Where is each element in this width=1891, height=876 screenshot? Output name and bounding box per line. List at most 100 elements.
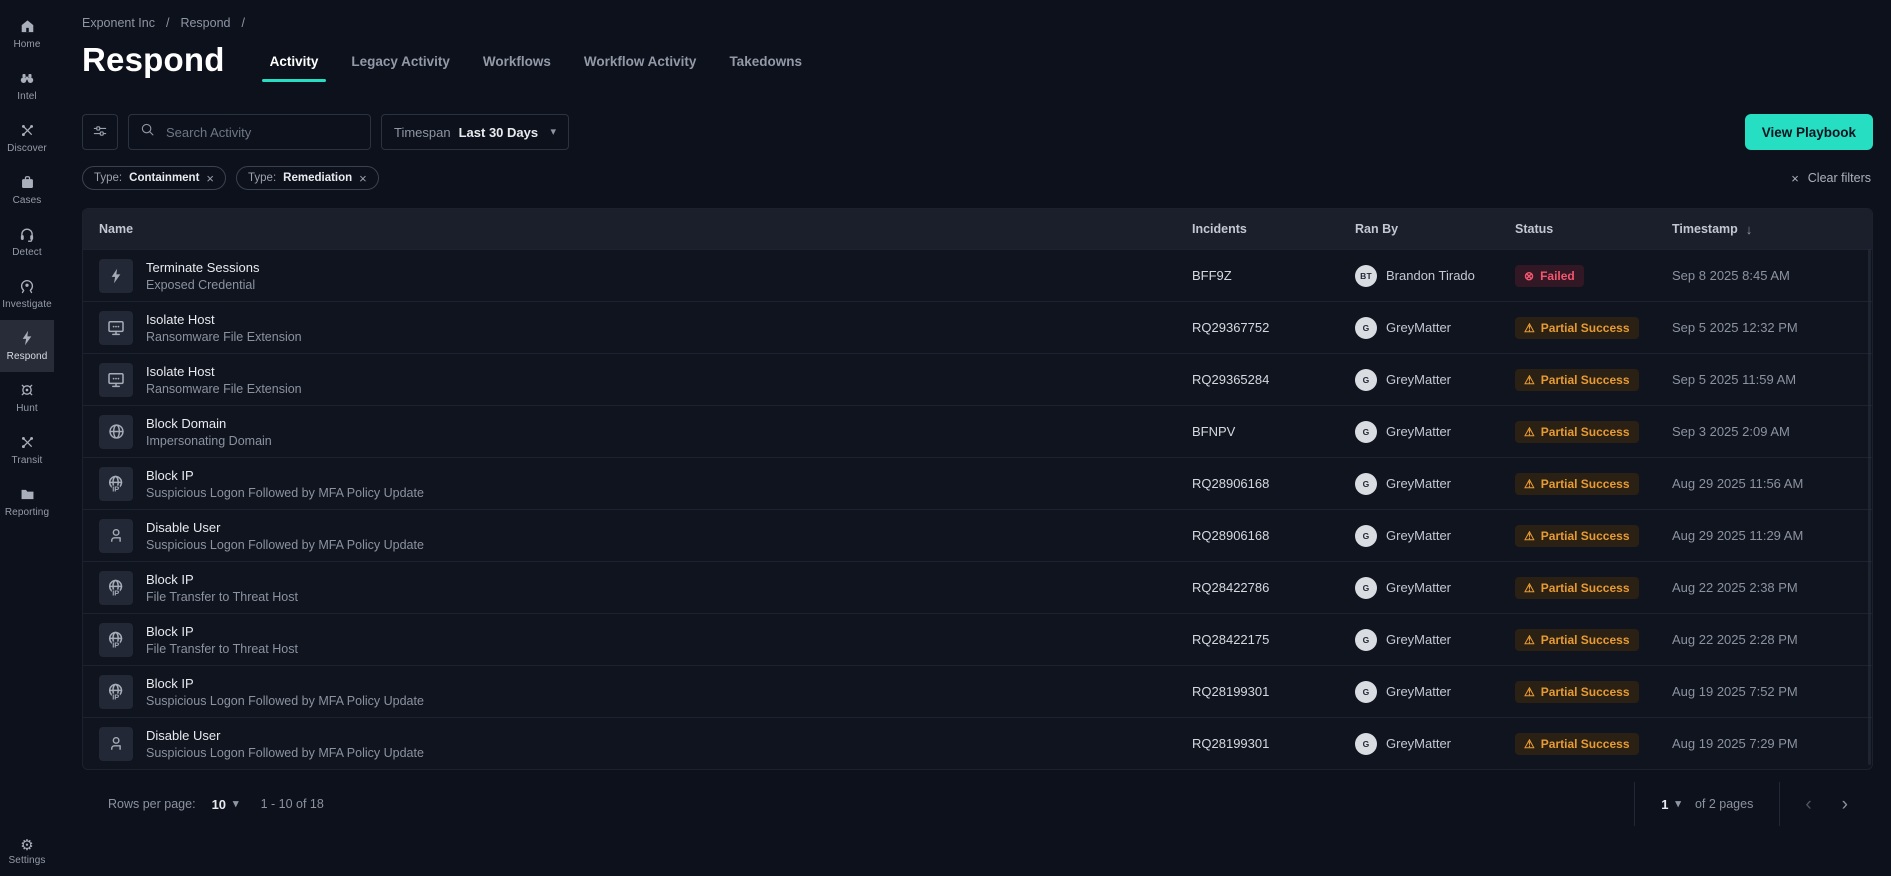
user-icon xyxy=(99,518,133,553)
filter-chip-remediation[interactable]: Type: Remediation × xyxy=(236,166,379,190)
close-icon[interactable]: × xyxy=(359,172,367,185)
breadcrumb-separator: / xyxy=(241,16,245,30)
clear-filters-label: Clear filters xyxy=(1807,171,1871,185)
sidebar-item-hunt[interactable]: Hunt xyxy=(0,372,54,424)
avatar: G xyxy=(1355,472,1377,495)
action-name: Disable User xyxy=(146,519,221,535)
tab-legacy-activity[interactable]: Legacy Activity xyxy=(348,49,453,83)
status-label: Partial Success xyxy=(1540,580,1630,595)
sliders-icon xyxy=(92,123,108,142)
sidebar-item-settings[interactable]: ⚙ Settings xyxy=(0,838,54,866)
column-header-status[interactable]: Status xyxy=(1515,222,1672,236)
search-input[interactable] xyxy=(164,123,359,141)
pagination: Rows per page: 10 ▾ 1 - 10 of 18 1 ▾ of … xyxy=(82,782,1873,826)
status-badge: ⚠ Partial Success xyxy=(1515,472,1639,495)
rows-per-page-select[interactable]: 10 ▾ xyxy=(212,797,239,812)
filter-settings-button[interactable] xyxy=(82,114,118,150)
avatar: G xyxy=(1355,316,1377,339)
column-header-label: Status xyxy=(1515,222,1554,236)
close-icon: × xyxy=(1791,170,1799,186)
next-page-button[interactable]: › xyxy=(1827,795,1863,814)
view-playbook-button[interactable]: View Playbook xyxy=(1744,114,1873,150)
timespan-select[interactable]: Timespan Last 30 Days ▾ xyxy=(381,114,569,150)
sidebar-item-discover[interactable]: Discover xyxy=(0,112,54,164)
avatar: G xyxy=(1355,680,1377,703)
table-row[interactable]: IP Block IP Suspicious Logon Followed by M… xyxy=(83,457,1872,509)
warning-icon: ⚠ xyxy=(1524,476,1535,491)
action-description: Suspicious Logon Followed by MFA Policy … xyxy=(146,693,424,708)
filter-chip-containment[interactable]: Type: Containment × xyxy=(82,166,227,190)
action-description: Suspicious Logon Followed by MFA Policy … xyxy=(146,745,424,760)
breadcrumb-page[interactable]: Respond xyxy=(180,16,230,30)
headset-icon xyxy=(18,225,36,243)
ran-by-name: GreyMatter xyxy=(1386,580,1452,595)
sidebar-item-cases[interactable]: Cases xyxy=(0,164,54,216)
ran-by-name: GreyMatter xyxy=(1386,528,1452,543)
briefcase-icon xyxy=(18,173,36,191)
table-row[interactable]: Isolate Host Ransomware File Extension RQ2… xyxy=(83,301,1872,353)
svg-text:IP: IP xyxy=(112,692,119,701)
table-row[interactable]: Disable User Suspicious Logon Followed by… xyxy=(83,717,1872,769)
ran-by-cell: G GreyMatter xyxy=(1355,732,1515,755)
incident-id: RQ29365284 xyxy=(1192,372,1270,387)
column-header-timestamp[interactable]: Timestamp ↓ xyxy=(1672,222,1872,237)
table-row[interactable]: IP Block IP Suspicious Logon Followed by M… xyxy=(83,665,1872,717)
clear-filters-button[interactable]: × Clear filters xyxy=(1791,171,1873,185)
table-row[interactable]: Block Domain Impersonating Domain BFNPV G Gr… xyxy=(83,405,1872,457)
close-icon[interactable]: × xyxy=(206,172,214,185)
status-label: Partial Success xyxy=(1540,476,1630,491)
gear-icon: ⚙ xyxy=(20,837,34,854)
ran-by-name: GreyMatter xyxy=(1386,372,1452,387)
svg-text:IP: IP xyxy=(112,484,119,493)
rows-per-page-label: Rows per page: xyxy=(108,797,196,811)
tab-workflows[interactable]: Workflows xyxy=(480,49,554,83)
action-name: Block Domain xyxy=(146,415,227,431)
tab-takedowns[interactable]: Takedowns xyxy=(726,49,805,83)
table-row[interactable]: IP Block IP File Transfer to Threat Host RQ… xyxy=(83,561,1872,613)
column-header-ran-by[interactable]: Ran By xyxy=(1355,222,1515,236)
ran-by-cell: G GreyMatter xyxy=(1355,680,1515,703)
warning-icon: ⚠ xyxy=(1524,736,1535,751)
page-header: Respond Activity Legacy Activity Workflows… xyxy=(82,41,1873,98)
status-label: Partial Success xyxy=(1540,424,1630,439)
chevron-right-icon: › xyxy=(1841,793,1848,815)
svg-text:IP: IP xyxy=(112,640,119,649)
table-row[interactable]: Isolate Host Ransomware File Extension RQ2… xyxy=(83,353,1872,405)
rows-per-page-value: 10 xyxy=(211,796,227,812)
sidebar-item-respond[interactable]: Respond xyxy=(0,320,54,372)
ran-by-name: GreyMatter xyxy=(1386,476,1452,491)
status-badge: ⚠ Partial Success xyxy=(1515,680,1639,703)
incident-id: RQ28422175 xyxy=(1192,632,1270,647)
status-badge: ⚠ Partial Success xyxy=(1515,420,1639,443)
column-header-name[interactable]: Name xyxy=(83,222,1192,236)
monitor-icon xyxy=(99,310,133,345)
breadcrumb-org[interactable]: Exponent Inc xyxy=(82,16,155,30)
filter-chip-value: Remediation xyxy=(283,172,353,184)
sidebar-item-label: Home xyxy=(13,39,41,50)
sidebar-item-home[interactable]: Home xyxy=(0,8,54,60)
table-row[interactable]: Disable User Suspicious Logon Followed by… xyxy=(83,509,1872,561)
page-select[interactable]: 1 ▾ xyxy=(1661,797,1681,812)
sidebar-item-investigate[interactable]: Investigate xyxy=(0,268,54,320)
sort-desc-icon[interactable]: ↓ xyxy=(1746,222,1753,237)
folder-icon xyxy=(18,485,36,503)
avatar: G xyxy=(1355,368,1377,391)
warning-icon: ⚠ xyxy=(1524,528,1535,543)
column-header-incidents[interactable]: Incidents xyxy=(1192,222,1355,236)
failed-icon: ⊗ xyxy=(1524,268,1535,283)
chevron-left-icon: ‹ xyxy=(1805,793,1812,815)
tab-workflow-activity[interactable]: Workflow Activity xyxy=(581,49,700,83)
table-row[interactable]: IP Block IP File Transfer to Threat Host RQ… xyxy=(83,613,1872,665)
previous-page-button[interactable]: ‹ xyxy=(1790,795,1826,814)
action-description: File Transfer to Threat Host xyxy=(146,589,298,604)
name-cell: Block Domain Impersonating Domain xyxy=(83,414,1192,449)
status-label: Partial Success xyxy=(1540,684,1630,699)
sidebar-item-intel[interactable]: Intel xyxy=(0,60,54,112)
sidebar-item-transit[interactable]: Transit xyxy=(0,424,54,476)
table-row[interactable]: Terminate Sessions Exposed Credential BFF9… xyxy=(83,249,1872,301)
status-badge: ⚠ Partial Success xyxy=(1515,628,1639,651)
sidebar-item-reporting[interactable]: Reporting xyxy=(0,476,54,528)
sidebar-item-detect[interactable]: Detect xyxy=(0,216,54,268)
tab-activity[interactable]: Activity xyxy=(261,49,327,83)
action-name: Block IP xyxy=(146,467,194,483)
